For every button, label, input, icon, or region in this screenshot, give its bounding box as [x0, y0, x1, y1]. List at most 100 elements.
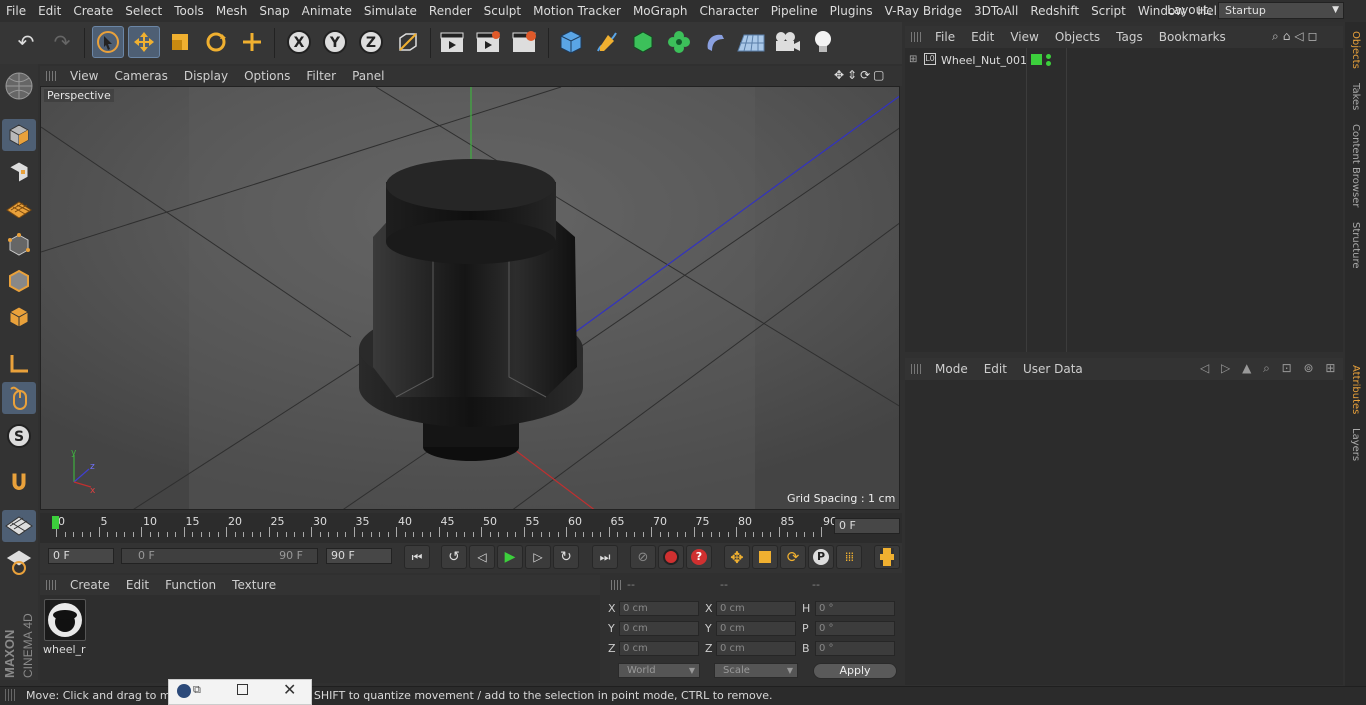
grid-lock-button[interactable]	[2, 510, 36, 542]
expand-icon[interactable]: ⊞	[909, 54, 917, 65]
restore-icon[interactable]: ⧉	[193, 683, 201, 697]
points-mode-button[interactable]	[2, 229, 36, 261]
timeline-window-button[interactable]	[874, 545, 900, 569]
minimized-window-widget[interactable]: ⧉ ✕	[168, 679, 312, 705]
material-thumbnail[interactable]	[44, 599, 86, 641]
size-x-field[interactable]: 0 cm	[716, 601, 796, 616]
tab-content-browser[interactable]: Content Browser	[1345, 124, 1366, 208]
position-y-field[interactable]: 0 cm	[619, 621, 699, 636]
end-frame-field[interactable]: 90 F	[326, 548, 392, 564]
cloner-button[interactable]	[663, 26, 695, 58]
menu-script[interactable]: Script	[1085, 0, 1132, 22]
rotation-b-field[interactable]: 0 °	[815, 641, 895, 656]
object-row-name[interactable]: Wheel_Nut_001	[941, 54, 1027, 67]
attributes-menu-edit[interactable]: Edit	[976, 362, 1015, 376]
previous-frame-button[interactable]: ◁	[469, 545, 495, 569]
tab-structure[interactable]: Structure	[1345, 220, 1366, 270]
tweak-mode-button[interactable]	[2, 382, 36, 414]
menu-redshift[interactable]: Redshift	[1024, 0, 1085, 22]
viewport-menu-view[interactable]: View	[62, 69, 106, 83]
menu-sculpt[interactable]: Sculpt	[478, 0, 527, 22]
edges-mode-button[interactable]	[2, 265, 36, 297]
menu-animate[interactable]: Animate	[296, 0, 358, 22]
scale-dropdown[interactable]: Scale ▼	[714, 663, 798, 678]
model-mode-button[interactable]	[2, 119, 36, 151]
play-button[interactable]: ▶	[497, 545, 523, 569]
menu-character[interactable]: Character	[693, 0, 764, 22]
key-parameter-button[interactable]: P	[808, 545, 834, 569]
start-frame-field[interactable]: 0 F	[48, 548, 114, 564]
rotation-h-field[interactable]: 0 °	[815, 601, 895, 616]
floor-button[interactable]	[735, 26, 767, 58]
render-visibility-dot[interactable]	[1046, 61, 1051, 66]
menu-tools[interactable]: Tools	[168, 0, 210, 22]
editor-visibility-dot[interactable]	[1046, 54, 1051, 59]
material-manager[interactable]	[40, 595, 600, 683]
menu-file[interactable]: File	[0, 0, 32, 22]
object-manager[interactable]	[905, 48, 1343, 352]
cube-button[interactable]	[555, 26, 587, 58]
size-z-field[interactable]: 0 cm	[716, 641, 796, 656]
key-scale-button[interactable]	[752, 545, 778, 569]
object-menu-view[interactable]: View	[1002, 30, 1046, 44]
subdivision-button[interactable]	[627, 26, 659, 58]
x-axis-lock-button[interactable]: X	[283, 26, 315, 58]
apply-button[interactable]: Apply	[813, 663, 897, 679]
menu-simulate[interactable]: Simulate	[358, 0, 423, 22]
current-frame-field[interactable]: 0 F	[834, 518, 900, 534]
menu-v-ray-bridge[interactable]: V-Ray Bridge	[879, 0, 968, 22]
world-dropdown[interactable]: World ▼	[618, 663, 700, 678]
object-manager-icons[interactable]: ⌕⌂◁◻	[1272, 29, 1342, 45]
magnet-button[interactable]	[2, 466, 36, 498]
axis-mode-button[interactable]	[2, 348, 36, 380]
position-z-field[interactable]: 0 cm	[619, 641, 699, 656]
undo-button[interactable]: ↶	[10, 26, 42, 58]
menu-3dtoall[interactable]: 3DToAll	[968, 0, 1024, 22]
texture-mode-button[interactable]	[2, 156, 36, 188]
menu-edit[interactable]: Edit	[32, 0, 67, 22]
quantize-button[interactable]	[2, 546, 36, 578]
menu-create[interactable]: Create	[67, 0, 119, 22]
rotation-p-field[interactable]: 0 °	[815, 621, 895, 636]
previous-key-button[interactable]: ↺	[441, 545, 467, 569]
go-to-end-button[interactable]: ⏭	[592, 545, 618, 569]
object-menu-objects[interactable]: Objects	[1047, 30, 1108, 44]
attributes-nav-icons[interactable]: ◁ ▷ ▲ ⌕ ⊡ ⊚ ⊞	[1200, 361, 1342, 377]
viewport-menu-filter[interactable]: Filter	[298, 69, 344, 83]
move-tool-button[interactable]	[128, 26, 160, 58]
snap-button[interactable]: S	[2, 420, 36, 452]
keyframe-selection-button[interactable]: ?	[686, 545, 712, 569]
coordinate-system-button[interactable]	[392, 26, 424, 58]
layer-color-swatch[interactable]	[1031, 54, 1042, 65]
attributes-menu-mode[interactable]: Mode	[927, 362, 976, 376]
transform-tool-button[interactable]	[236, 26, 268, 58]
tab-attributes[interactable]: Attributes	[1345, 362, 1366, 418]
timeline-ruler[interactable]: 0 5 10 15 20 25 30 35 40 45 50 55 60 65 70 75 80 85 90	[40, 513, 902, 543]
material-menu-texture[interactable]: Texture	[224, 578, 284, 592]
close-icon[interactable]: ✕	[283, 680, 296, 699]
viewport-menu-panel[interactable]: Panel	[344, 69, 392, 83]
viewport-menu-cameras[interactable]: Cameras	[106, 69, 175, 83]
light-button[interactable]	[807, 26, 839, 58]
menu-pipeline[interactable]: Pipeline	[765, 0, 824, 22]
viewport-3d[interactable]: y z x	[40, 86, 900, 510]
attributes-menu-user-data[interactable]: User Data	[1015, 362, 1091, 376]
menu-select[interactable]: Select	[119, 0, 168, 22]
tab-takes[interactable]: Takes	[1345, 82, 1366, 112]
rotate-tool-button[interactable]	[200, 26, 232, 58]
next-key-button[interactable]: ↻	[553, 545, 579, 569]
size-y-field[interactable]: 0 cm	[716, 621, 796, 636]
menu-snap[interactable]: Snap	[253, 0, 295, 22]
playhead[interactable]	[52, 516, 59, 529]
object-menu-file[interactable]: File	[927, 30, 963, 44]
polygons-mode-button[interactable]	[2, 301, 36, 333]
viewport-menu-display[interactable]: Display	[176, 69, 236, 83]
menu-mesh[interactable]: Mesh	[210, 0, 254, 22]
menu-render[interactable]: Render	[423, 0, 478, 22]
autokeying-button[interactable]	[658, 545, 684, 569]
range-slider[interactable]: 0 F 90 F	[121, 548, 318, 564]
render-settings-button[interactable]	[508, 26, 540, 58]
object-menu-tags[interactable]: Tags	[1108, 30, 1151, 44]
menu-mograph[interactable]: MoGraph	[627, 0, 694, 22]
workplane-mode-button[interactable]	[2, 192, 36, 224]
